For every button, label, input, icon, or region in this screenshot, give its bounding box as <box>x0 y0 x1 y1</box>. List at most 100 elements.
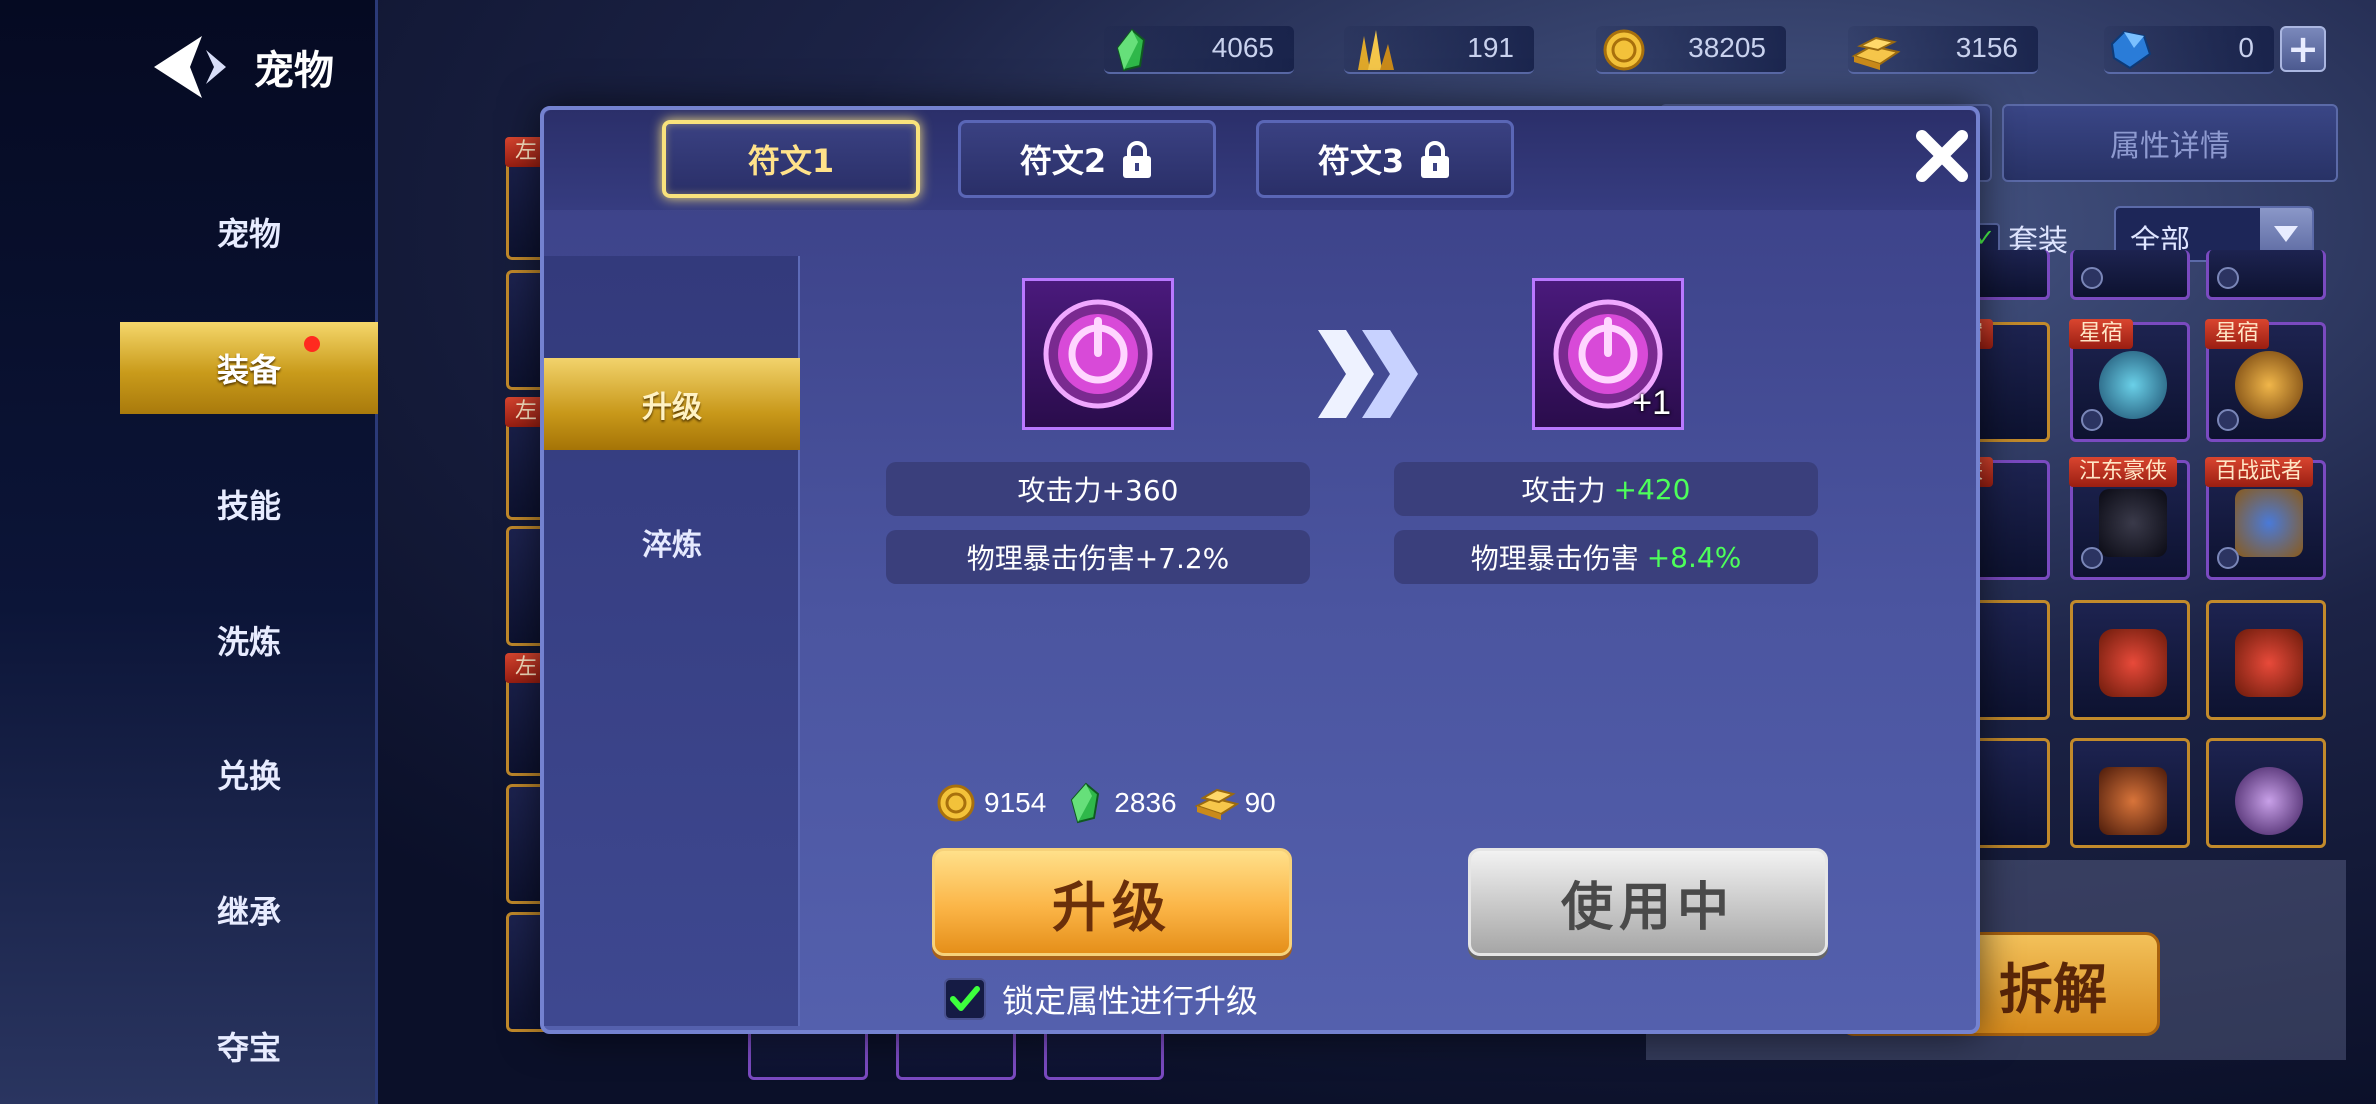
stat-label: 物理暴击伤害+7.2% <box>966 542 1230 575</box>
currency-blue-diamond: 0 <box>2104 26 2274 74</box>
lock-icon <box>1421 141 1450 178</box>
stat-label: 攻击力+360 <box>1017 474 1179 507</box>
cost-gold-coin: 9154 <box>934 782 1046 824</box>
upgrade-cost: 9154 2836 90 <box>934 782 1276 824</box>
equipment-slot[interactable]: 星宿 <box>2069 319 2190 442</box>
nav-item-label: 夺宝 <box>216 1029 281 1067</box>
nav-item-exchange[interactable]: 兑换 <box>120 728 378 820</box>
current-rune-slot <box>1022 278 1174 430</box>
equipment-slot[interactable] <box>2206 738 2326 848</box>
nav-item-treasure[interactable]: 夺宝 <box>120 1000 378 1092</box>
equipment-slot[interactable]: 星宿 <box>2205 319 2326 442</box>
back-button[interactable]: 宠物 <box>150 32 390 102</box>
nav-item-label: 装备 <box>216 351 281 389</box>
lock-attribute-checkbox[interactable]: 锁定属性进行升级 <box>944 976 1258 1022</box>
tab-rune-2[interactable]: 符文2 <box>958 120 1216 198</box>
tab-label: 符文1 <box>747 142 835 180</box>
lock-icon <box>2081 267 2103 289</box>
currency-gold-bar: 3156 <box>1848 26 2038 74</box>
slot-tag: 江东豪侠 <box>2069 457 2178 487</box>
upgrade-button[interactable]: 升级 <box>932 848 1292 956</box>
tab-rune-3[interactable]: 符文3 <box>1256 120 1514 198</box>
lock-icon <box>2217 267 2239 289</box>
nav-item-label: 技能 <box>216 487 281 525</box>
blue-diamond-icon <box>2110 30 2152 70</box>
equipment-slot[interactable]: 江东豪侠 <box>2069 457 2190 580</box>
cost-gold-bar: 90 <box>1194 782 1276 824</box>
currency-green-gem: 4065 <box>1104 26 1294 74</box>
tab-label: 符文3 <box>1317 142 1405 180</box>
rune-gem-icon <box>1043 299 1153 409</box>
lock-icon <box>2217 547 2239 569</box>
side-tab-label: 淬炼 <box>642 528 702 563</box>
pouch-item-icon <box>2235 351 2303 419</box>
cost-green-gem: 2836 <box>1064 782 1177 824</box>
in-use-button[interactable]: 使用中 <box>1468 848 1828 956</box>
next-stat-attack: 攻击力 +420 <box>1394 462 1818 516</box>
equipment-slot[interactable] <box>2070 600 2190 720</box>
currency-value: 0 <box>2238 32 2254 63</box>
gold-coin-icon <box>937 784 975 822</box>
in-use-button-label: 使用中 <box>1560 877 1735 938</box>
plus-icon: + <box>2287 27 2319 71</box>
slot-tag: 百战武者 <box>2205 457 2314 487</box>
page-title: 宠物 <box>254 48 334 94</box>
equipment-slot[interactable] <box>2070 250 2190 300</box>
nav-item-inherit[interactable]: 继承 <box>120 864 378 956</box>
belt-item-icon <box>2099 767 2167 835</box>
level-badge: +1 <box>1632 384 1671 422</box>
next-rune-slot: +1 <box>1532 278 1684 430</box>
current-stat-attack: 攻击力+360 <box>886 462 1310 516</box>
armor-item-icon <box>2099 489 2167 557</box>
slot-tag: 星宿 <box>2205 319 2270 349</box>
gold-coin-icon <box>1603 29 1645 71</box>
tab-attribute-details[interactable]: 属性详情 <box>2002 104 2338 182</box>
notification-dot <box>304 336 320 352</box>
stat-label: 物理暴击伤害 <box>1470 542 1639 575</box>
equipment-slot[interactable]: 百战武者 <box>2205 457 2326 580</box>
lock-attribute-label: 锁定属性进行升级 <box>1002 982 1259 1020</box>
side-tab-list: 升级 淬炼 <box>544 256 800 1026</box>
upgrade-button-label: 升级 <box>1052 875 1172 939</box>
collar-item-icon <box>2099 351 2167 419</box>
tab-label: 属性详情 <box>2110 129 2230 164</box>
ring-item-icon <box>2235 767 2303 835</box>
side-tab-temper[interactable]: 淬炼 <box>544 496 800 588</box>
stat-increase: +420 <box>1613 472 1691 506</box>
tab-rune-1[interactable]: 符文1 <box>662 120 920 198</box>
green-gem-icon <box>1071 782 1100 824</box>
side-tab-upgrade[interactable]: 升级 <box>544 358 800 450</box>
nav-item-skill[interactable]: 技能 <box>120 458 378 550</box>
equipment-slot[interactable] <box>2070 738 2190 848</box>
gold-crystal-icon <box>1358 30 1394 70</box>
nav-item-label: 洗炼 <box>216 623 281 661</box>
shield-item-icon <box>2235 489 2303 557</box>
checkmark-icon <box>950 986 980 1011</box>
rune-tab-bar: 符文1 符文2 符文3 <box>544 110 1976 210</box>
cost-value: 2836 <box>1114 787 1177 818</box>
add-currency-button[interactable]: + <box>2280 26 2326 72</box>
currency-value: 3156 <box>1955 32 2018 63</box>
gold-bar-icon <box>1194 788 1239 820</box>
close-icon[interactable] <box>1910 124 1974 188</box>
nav-item-equipment[interactable]: 装备 <box>120 322 378 414</box>
lock-icon <box>2081 409 2103 431</box>
equipment-slot[interactable] <box>2206 600 2326 720</box>
currency-value: 4065 <box>1211 32 1274 63</box>
lock-icon <box>2081 547 2103 569</box>
cost-value: 9154 <box>984 787 1047 818</box>
stat-label: 攻击力 <box>1521 474 1606 507</box>
green-gem-icon <box>1116 28 1146 72</box>
lock-icon <box>2217 409 2239 431</box>
currency-value: 191 <box>1467 32 1514 63</box>
checkbox[interactable] <box>944 978 986 1020</box>
equipment-slot[interactable] <box>2206 250 2326 300</box>
cost-value: 90 <box>1244 787 1276 818</box>
double-chevron-right-icon <box>1318 330 1418 418</box>
decompose-label: 拆解 <box>1999 957 2107 1021</box>
nav-item-pet[interactable]: 宠物 <box>120 186 378 278</box>
sidebar: 宠物 宠物 装备 技能 洗炼 兑换 继承 夺宝 <box>0 0 378 1104</box>
nav-item-label: 兑换 <box>216 757 281 795</box>
next-stat-crit-damage: 物理暴击伤害 +8.4% <box>1394 530 1818 584</box>
nav-item-refine[interactable]: 洗炼 <box>120 594 378 686</box>
